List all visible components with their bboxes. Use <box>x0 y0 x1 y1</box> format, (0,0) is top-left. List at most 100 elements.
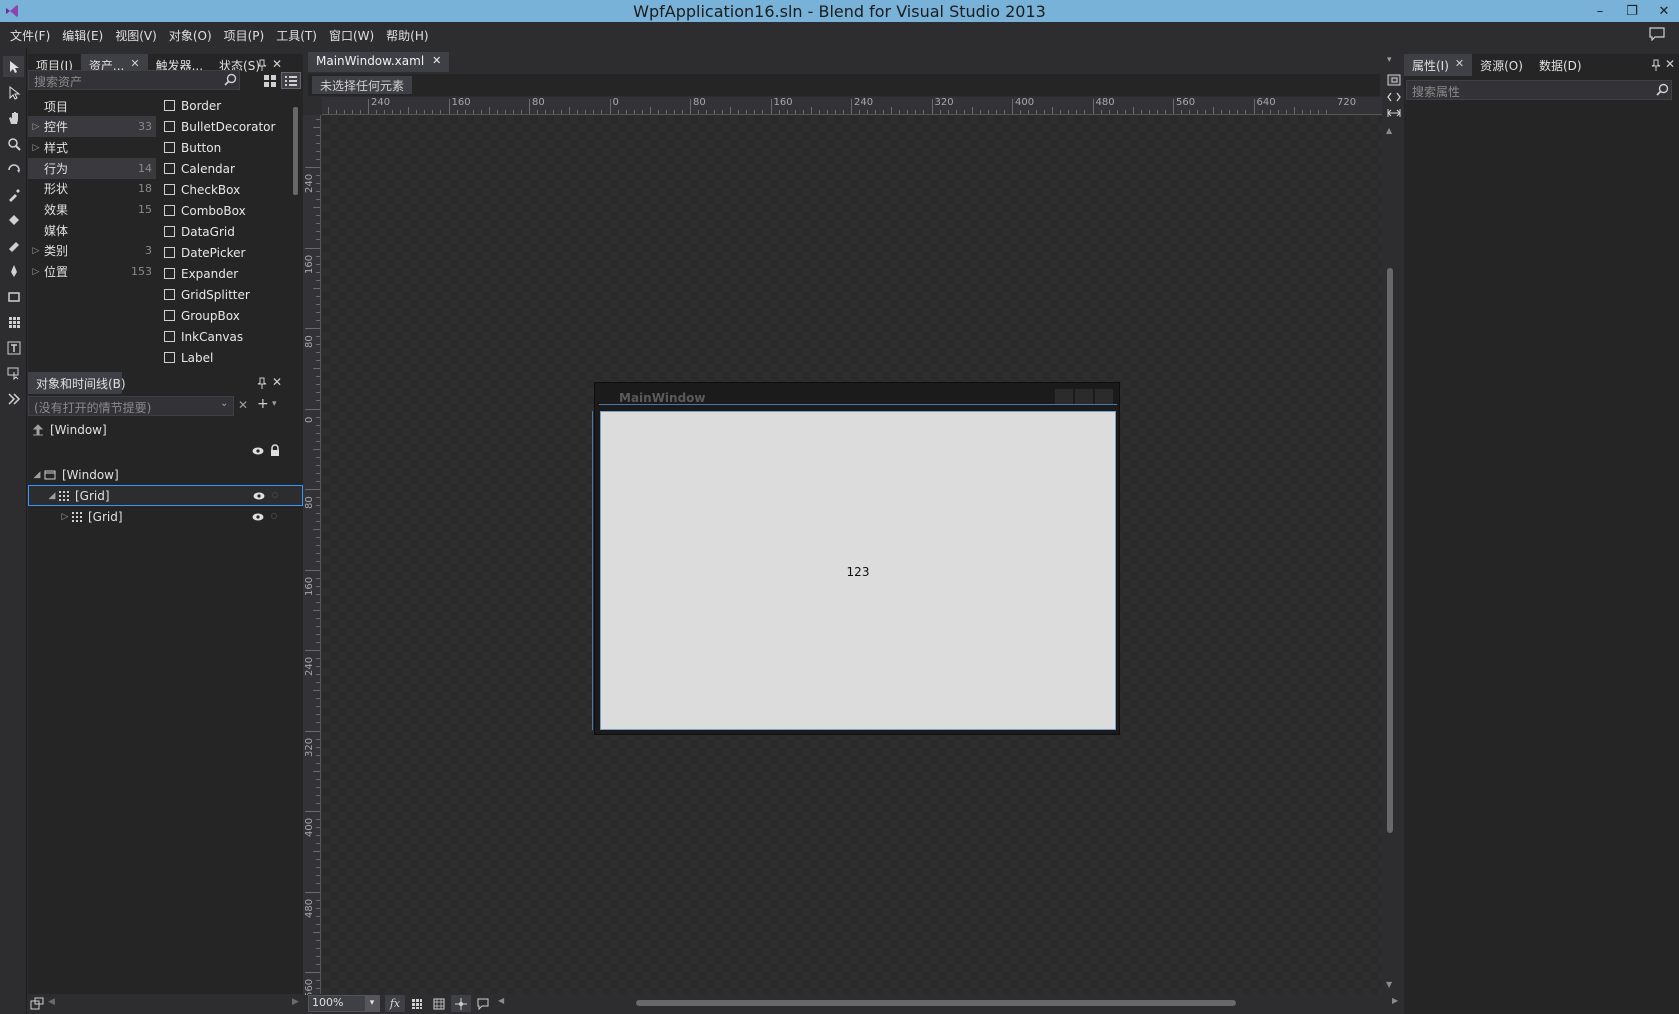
storyboard-select[interactable]: (没有打开的情节提要) <box>28 396 234 416</box>
scroll-left-icon[interactable]: ◀ <box>498 996 504 1005</box>
artboard-icon[interactable] <box>30 997 44 1010</box>
scroll-right-icon[interactable]: ▶ <box>292 997 299 1007</box>
add-storyboard-icon[interactable]: + <box>257 396 269 412</box>
pan-tool-icon[interactable] <box>3 107 24 128</box>
expand-triangle-icon[interactable]: ▷ <box>28 246 44 256</box>
tree-item[interactable]: ◢ [Window] <box>28 464 303 485</box>
scroll-thumb[interactable] <box>636 1000 1236 1006</box>
category-item[interactable]: 媒体 <box>28 220 156 241</box>
control-tool-icon[interactable] <box>3 362 24 383</box>
pin-icon[interactable] <box>257 59 267 71</box>
lock-toggle-icon[interactable] <box>271 513 277 519</box>
direct-selection-tool-icon[interactable] <box>3 82 24 103</box>
scope-row[interactable]: [Window] <box>28 419 303 440</box>
category-item[interactable]: 形状 18 <box>28 178 156 199</box>
fx-effects-icon[interactable]: fx <box>385 995 405 1012</box>
canvas-horizontal-scrollbar[interactable]: ◀ ▶ <box>498 996 1398 1009</box>
pen-tool-icon[interactable] <box>3 260 24 281</box>
asset-list-scrollbar[interactable] <box>292 97 300 363</box>
menu-edit[interactable]: 编辑(E) <box>56 27 109 44</box>
restore-icon[interactable]: ❐ <box>1625 4 1639 19</box>
chevron-down-icon[interactable]: ▾ <box>272 399 277 409</box>
collapse-triangle-icon[interactable]: ◢ <box>30 470 44 480</box>
close-storyboard-icon[interactable]: ✕ <box>238 398 248 412</box>
scroll-down-icon[interactable]: ▼ <box>1386 980 1392 989</box>
category-item[interactable]: 项目 <box>28 96 156 117</box>
pin-icon[interactable] <box>257 377 267 389</box>
scroll-left-icon[interactable]: ◀ <box>48 997 55 1007</box>
code-view-icon[interactable] <box>1387 92 1401 102</box>
asset-item[interactable]: Label <box>164 347 213 363</box>
zoom-tool-icon[interactable] <box>3 133 24 154</box>
chevron-down-icon[interactable]: ▾ <box>365 995 379 1012</box>
design-canvas[interactable]: MainWindow 123 <box>322 116 1382 994</box>
asset-search-input[interactable]: 搜索资产 <box>28 70 240 90</box>
menu-window[interactable]: 窗口(W) <box>323 27 380 44</box>
expand-triangle-icon[interactable]: ▷ <box>28 143 44 153</box>
close-icon[interactable]: ✕ <box>272 57 282 71</box>
asset-item[interactable]: ComboBox <box>164 200 246 221</box>
design-window[interactable]: MainWindow 123 <box>592 382 1120 735</box>
camera-orbit-tool-icon[interactable] <box>3 158 24 179</box>
asset-item[interactable]: Calendar <box>164 158 235 179</box>
eye-icon[interactable] <box>252 447 264 455</box>
snap-to-grid-icon[interactable] <box>429 995 449 1012</box>
asset-item[interactable]: Border <box>164 95 221 116</box>
menu-tools[interactable]: 工具(T) <box>270 27 323 44</box>
grid-layout-tool-icon[interactable] <box>3 311 24 332</box>
breadcrumb[interactable]: 未选择任何元素 <box>312 76 413 94</box>
eye-icon[interactable] <box>253 492 265 500</box>
close-icon[interactable]: ✕ <box>272 375 282 389</box>
tab-objects-timeline[interactable]: 对象和时间线(B) <box>28 372 126 394</box>
grid-view-icon[interactable] <box>261 72 279 89</box>
menu-object[interactable]: 对象(O) <box>163 27 218 44</box>
selection-tool-icon[interactable] <box>3 56 24 77</box>
asset-item[interactable]: Button <box>164 137 221 158</box>
rectangle-tool-icon[interactable] <box>3 286 24 307</box>
close-icon[interactable]: ✕ <box>1455 57 1464 70</box>
category-item[interactable]: ▷ 类别 3 <box>28 240 156 261</box>
feedback-icon[interactable] <box>1649 27 1665 41</box>
category-item[interactable]: 效果 15 <box>28 199 156 220</box>
menu-project[interactable]: 项目(P) <box>218 27 271 44</box>
zoom-select[interactable]: 100% ▾ <box>308 995 380 1012</box>
expand-triangle-icon[interactable]: ▷ <box>28 122 44 132</box>
eyedropper-tool-icon[interactable] <box>3 184 24 205</box>
chevron-down-icon[interactable]: ⌄ <box>220 398 228 409</box>
expand-triangle-icon[interactable]: ▷ <box>28 267 44 277</box>
lock-toggle-icon[interactable] <box>272 492 278 498</box>
scroll-up-icon[interactable]: ▲ <box>1386 126 1392 135</box>
asset-item[interactable]: DataGrid <box>164 221 235 242</box>
tree-item[interactable]: ◢ [Grid] <box>28 485 303 506</box>
design-window-content[interactable]: 123 <box>600 411 1116 730</box>
asset-item[interactable]: GroupBox <box>164 305 240 326</box>
tab-properties[interactable]: 属性(I) ✕ <box>1404 54 1473 76</box>
menu-file[interactable]: 文件(F) <box>4 27 56 44</box>
close-icon[interactable]: ✕ <box>1657 4 1671 19</box>
tab-mainwindow-xaml[interactable]: MainWindow.xaml ✕ <box>308 52 450 72</box>
expand-triangle-icon[interactable]: ▷ <box>58 512 72 522</box>
category-item[interactable]: ▷ 样式 <box>28 137 156 158</box>
scroll-right-icon[interactable]: ▶ <box>1392 996 1398 1005</box>
snap-to-snaplines-icon[interactable] <box>451 995 471 1012</box>
text-tool-icon[interactable] <box>3 337 24 358</box>
gradient-tool-icon[interactable] <box>3 235 24 256</box>
assets-expand-icon[interactable] <box>3 388 24 409</box>
tree-item[interactable]: ▷ [Grid] <box>28 506 303 527</box>
show-grid-icon[interactable] <box>407 995 427 1012</box>
asset-item[interactable]: DatePicker <box>164 242 245 263</box>
tab-data[interactable]: 数据(D) <box>1531 54 1590 76</box>
lock-icon[interactable] <box>270 444 280 456</box>
asset-item[interactable]: CheckBox <box>164 179 240 200</box>
asset-item[interactable]: InkCanvas <box>164 326 243 347</box>
property-search-input[interactable]: 搜索属性 <box>1406 80 1672 100</box>
collapse-triangle-icon[interactable]: ◢ <box>45 491 59 501</box>
category-item[interactable]: ▷ 控件 33 <box>28 116 156 137</box>
scroll-thumb[interactable] <box>1387 268 1393 833</box>
canvas-vertical-scrollbar[interactable]: ▲ ▼ <box>1384 126 1396 994</box>
close-icon[interactable]: ✕ <box>130 57 139 70</box>
asset-item[interactable]: GridSplitter <box>164 284 250 305</box>
tab-resources[interactable]: 资源(O) <box>1472 54 1531 76</box>
split-view-icon[interactable] <box>1387 108 1401 118</box>
asset-item[interactable]: Expander <box>164 263 238 284</box>
